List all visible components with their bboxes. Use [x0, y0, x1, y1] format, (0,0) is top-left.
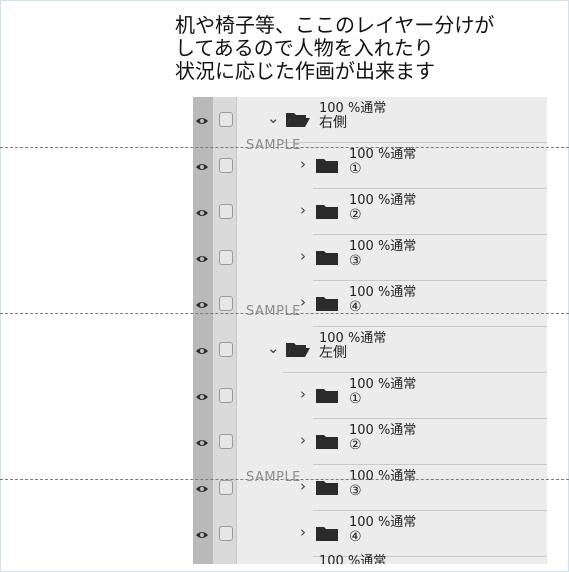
layer-label: 100 %通常 ①	[349, 147, 416, 177]
chevron-right-icon[interactable]: ›	[297, 524, 309, 540]
layer-label: 100 %通常 ④	[349, 285, 416, 315]
caption-line: してあるので人物を入れたり	[175, 36, 434, 60]
caption-line: 机や椅子等、ここのレイヤー分けが	[175, 13, 495, 37]
layer-label: 100 %通常 ①	[349, 377, 416, 407]
chevron-right-icon[interactable]: ›	[297, 386, 309, 402]
folder-icon	[315, 247, 341, 267]
layer-name: 右側	[319, 115, 347, 131]
lock-checkbox[interactable]	[219, 388, 233, 403]
eye-icon[interactable]	[195, 481, 209, 495]
lock-checkbox[interactable]	[219, 526, 233, 541]
layer-blend-mode: 100 %通常	[349, 469, 417, 484]
layer-row[interactable]: › 100 %通常 ③	[193, 235, 547, 281]
layer-blend-mode: 100 %通常	[319, 101, 387, 116]
folder-icon	[315, 431, 341, 451]
layer-label: 100 %通常 ②	[349, 423, 416, 453]
layer-name: ①	[349, 391, 362, 407]
layer-blend-mode: 100 %通常	[349, 515, 417, 530]
layer-name: ②	[349, 437, 362, 453]
eye-icon[interactable]	[195, 113, 209, 127]
layer-panel: ⌄ 100 %通常 右側 › 100 %通常 ① › 100 %通常 ② › 1…	[193, 97, 547, 564]
watermark-label: SAMPLE	[246, 138, 301, 153]
layer-row[interactable]: › 100 %通常 ①	[193, 373, 547, 419]
layer-blend-mode: 100 %通常	[349, 147, 417, 162]
layer-label: 100 %通常 右側	[319, 101, 386, 131]
layer-blend-mode: 100 %通常	[349, 193, 417, 208]
folder-open-icon	[285, 109, 311, 129]
folder-open-icon	[285, 562, 311, 564]
watermark-label: SAMPLE	[246, 304, 301, 319]
lock-checkbox[interactable]	[219, 342, 233, 357]
lock-checkbox[interactable]	[219, 112, 233, 127]
chevron-right-icon[interactable]: ›	[297, 248, 309, 264]
layer-row[interactable]: › 100 %通常 ②	[193, 419, 547, 465]
eye-icon[interactable]	[195, 527, 209, 541]
layer-row[interactable]: ⌄ 100 %通常 左側	[193, 327, 547, 373]
layer-content: ⌄ 100 %通常 右側	[237, 97, 547, 143]
lock-checkbox[interactable]	[219, 158, 233, 173]
chevron-down-icon[interactable]: ⌄	[267, 110, 280, 126]
layer-row[interactable]: ⌄ 100 %通常 右側	[193, 97, 547, 143]
caption-line: 状況に応じた作画が出来ます	[175, 59, 435, 83]
eye-icon[interactable]	[195, 389, 209, 403]
layer-content: › 100 %通常 ③	[237, 235, 547, 281]
lock-checkbox[interactable]	[219, 296, 233, 311]
lock-checkbox[interactable]	[219, 434, 233, 449]
folder-icon	[315, 155, 341, 175]
layer-name: 左側	[319, 345, 347, 361]
layer-label: 100 %通常 ④	[349, 515, 416, 545]
layer-name: ②	[349, 207, 362, 223]
layer-blend-mode: 100 %通常	[349, 423, 417, 438]
layer-content: ⌄ 100 %通常	[237, 550, 547, 564]
lock-checkbox[interactable]	[219, 204, 233, 219]
eye-icon[interactable]	[195, 205, 209, 219]
chevron-right-icon[interactable]: ›	[297, 156, 309, 172]
eye-icon[interactable]	[195, 159, 209, 173]
folder-open-icon	[285, 339, 311, 359]
layer-blend-mode: 100 %通常	[349, 377, 417, 392]
chevron-right-icon[interactable]: ›	[297, 432, 309, 448]
folder-icon	[315, 523, 341, 543]
layer-blend-mode: 100 %通常	[319, 554, 387, 564]
layer-label: 100 %通常	[319, 554, 386, 564]
layer-blend-mode: 100 %通常	[349, 239, 417, 254]
folder-icon	[315, 201, 341, 221]
folder-icon	[315, 477, 341, 497]
folder-icon	[315, 385, 341, 405]
watermark-label: SAMPLE	[246, 470, 301, 485]
layer-name: ①	[349, 161, 362, 177]
layer-label: 100 %通常 ③	[349, 239, 416, 269]
layer-content: › 100 %通常 ②	[237, 189, 547, 235]
layer-row[interactable]: › 100 %通常 ②	[193, 189, 547, 235]
lock-checkbox[interactable]	[219, 250, 233, 265]
folder-icon	[315, 293, 341, 313]
layer-label: 100 %通常 ②	[349, 193, 416, 223]
layer-blend-mode: 100 %通常	[319, 331, 387, 346]
eye-icon[interactable]	[195, 251, 209, 265]
caption-text: 机や椅子等、ここのレイヤー分けが してあるので人物を入れたり 状況に応じた作画が…	[175, 14, 565, 83]
chevron-down-icon[interactable]: ⌄	[267, 340, 280, 356]
layer-content: › 100 %通常 ①	[237, 373, 547, 419]
chevron-right-icon[interactable]: ›	[297, 202, 309, 218]
layer-name: ③	[349, 253, 362, 269]
layer-name: ③	[349, 483, 362, 499]
layer-content: ⌄ 100 %通常 左側	[237, 327, 547, 373]
eye-icon[interactable]	[195, 343, 209, 357]
layer-label: 100 %通常 ③	[349, 469, 416, 499]
eye-icon[interactable]	[195, 297, 209, 311]
layer-blend-mode: 100 %通常	[349, 285, 417, 300]
chevron-down-icon[interactable]: ⌄	[267, 563, 280, 564]
layer-row[interactable]: ⌄ 100 %通常	[193, 550, 547, 564]
lock-checkbox[interactable]	[219, 480, 233, 495]
layer-name: ④	[349, 529, 362, 545]
layer-label: 100 %通常 左側	[319, 331, 386, 361]
layer-content: › 100 %通常 ②	[237, 419, 547, 465]
eye-icon[interactable]	[195, 435, 209, 449]
